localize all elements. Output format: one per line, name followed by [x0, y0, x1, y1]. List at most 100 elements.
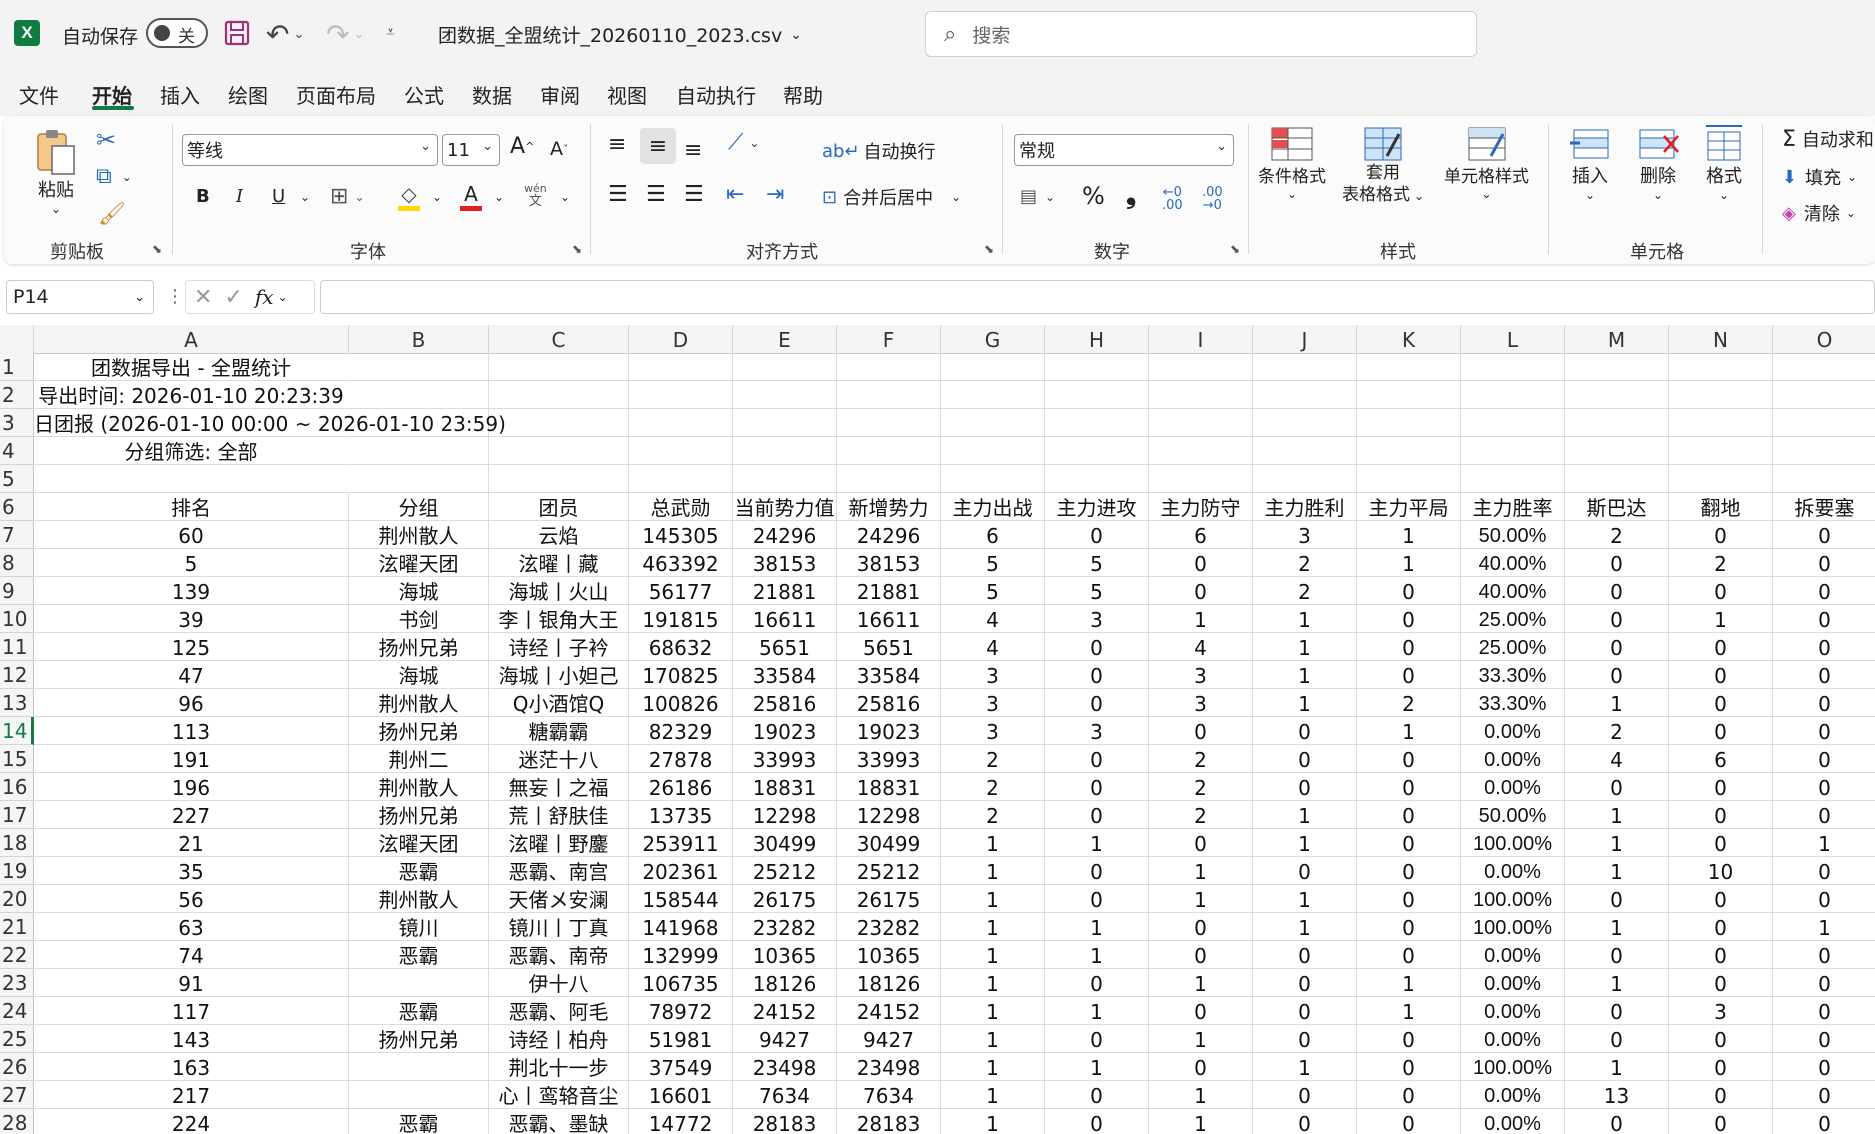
cell-l15[interactable]: 0.00%: [1461, 745, 1565, 773]
align-middle-icon[interactable]: ≡: [640, 128, 676, 164]
cell-j20[interactable]: 1: [1253, 885, 1357, 913]
cell-k9[interactable]: 0: [1357, 577, 1461, 605]
cell-c5[interactable]: [489, 465, 629, 493]
underline-button[interactable]: U: [272, 186, 285, 207]
cell-c12[interactable]: 海城丨小妲己: [489, 661, 629, 689]
cell-o16[interactable]: 0: [1773, 773, 1875, 801]
font-name-select[interactable]: 等线 ⌄: [182, 134, 438, 166]
cell-a3[interactable]: 日团报 (2026-01-10 00:00 ~ 2026-01-10 23:59…: [34, 409, 506, 437]
cell-i3[interactable]: [1149, 409, 1253, 437]
save-icon[interactable]: [224, 20, 250, 46]
column-header-n[interactable]: N: [1669, 325, 1773, 353]
cell-d23[interactable]: 106735: [629, 969, 733, 997]
cell-j3[interactable]: [1253, 409, 1357, 437]
cell-n3[interactable]: [1669, 409, 1773, 437]
cell-j15[interactable]: 0: [1253, 745, 1357, 773]
cell-c24[interactable]: 恶霸、阿毛: [489, 997, 629, 1025]
cell-a24[interactable]: 117: [34, 997, 349, 1025]
row-header-18[interactable]: 18: [0, 829, 34, 857]
cell-b15[interactable]: 荆州二: [349, 745, 489, 773]
cell-m23[interactable]: 1: [1565, 969, 1669, 997]
tab-file[interactable]: 文件: [19, 80, 59, 109]
cell-n24[interactable]: 3: [1669, 997, 1773, 1025]
underline-dropdown-icon[interactable]: ⌄: [300, 190, 310, 204]
cell-n18[interactable]: 0: [1669, 829, 1773, 857]
cell-g8[interactable]: 5: [941, 549, 1045, 577]
cell-i7[interactable]: 6: [1149, 521, 1253, 549]
cell-i17[interactable]: 2: [1149, 801, 1253, 829]
cell-a1[interactable]: 团数据导出 - 全盟统计: [34, 353, 349, 381]
cell-a21[interactable]: 63: [34, 913, 349, 941]
cell-c28[interactable]: 恶霸、墨缺: [489, 1109, 629, 1134]
cell-c7[interactable]: 云焰: [489, 521, 629, 549]
cell-i24[interactable]: 0: [1149, 997, 1253, 1025]
cell-h10[interactable]: 3: [1045, 605, 1149, 633]
autosum-button[interactable]: Σ 自动求和: [1782, 126, 1874, 152]
cell-f28[interactable]: 28183: [837, 1109, 941, 1134]
cell-n7[interactable]: 0: [1669, 521, 1773, 549]
cell-d22[interactable]: 132999: [629, 941, 733, 969]
cell-k7[interactable]: 1: [1357, 521, 1461, 549]
cell-k21[interactable]: 0: [1357, 913, 1461, 941]
conditional-formatting-button[interactable]: 条件格式 ⌄: [1258, 126, 1326, 201]
cell-e1[interactable]: [733, 353, 837, 381]
cell-l7[interactable]: 50.00%: [1461, 521, 1565, 549]
cell-h18[interactable]: 1: [1045, 829, 1149, 857]
cell-b23[interactable]: [349, 969, 489, 997]
cell-j24[interactable]: 0: [1253, 997, 1357, 1025]
row-header-7[interactable]: 7: [0, 521, 34, 549]
cell-h23[interactable]: 0: [1045, 969, 1149, 997]
cell-o22[interactable]: 0: [1773, 941, 1875, 969]
row-header-10[interactable]: 10: [0, 605, 34, 633]
phonetic-guide-button[interactable]: wén 文: [524, 182, 547, 208]
tab-data[interactable]: 数据: [472, 80, 512, 109]
cell-b21[interactable]: 镜川: [349, 913, 489, 941]
cell-h7[interactable]: 0: [1045, 521, 1149, 549]
number-format-select[interactable]: 常规 ⌄: [1014, 134, 1234, 166]
cell-l26[interactable]: 100.00%: [1461, 1053, 1565, 1081]
cell-a27[interactable]: 217: [34, 1081, 349, 1109]
cell-c26[interactable]: 荆北十一步: [489, 1053, 629, 1081]
cell-k14[interactable]: 1: [1357, 717, 1461, 745]
cell-o17[interactable]: 0: [1773, 801, 1875, 829]
column-header-o[interactable]: O: [1773, 325, 1875, 353]
cell-f8[interactable]: 38153: [837, 549, 941, 577]
row-header-11[interactable]: 11: [0, 633, 34, 661]
increase-indent-icon[interactable]: ⇥: [766, 182, 784, 207]
insert-function-button[interactable]: fx: [255, 285, 274, 309]
cell-d13[interactable]: 100826: [629, 689, 733, 717]
document-title[interactable]: 团数据_全盟统计_20260110_2023.csv ⌄: [438, 21, 802, 48]
row-header-5[interactable]: 5: [0, 465, 34, 493]
cell-m11[interactable]: 0: [1565, 633, 1669, 661]
cell-m20[interactable]: 0: [1565, 885, 1669, 913]
row-header-17[interactable]: 17: [0, 801, 34, 829]
cell-f2[interactable]: [837, 381, 941, 409]
cell-b24[interactable]: 恶霸: [349, 997, 489, 1025]
cell-n26[interactable]: 0: [1669, 1053, 1773, 1081]
cell-c20[interactable]: 天偖メ安澜: [489, 885, 629, 913]
cell-m19[interactable]: 1: [1565, 857, 1669, 885]
format-painter-icon[interactable]: 🖌: [98, 202, 126, 227]
cell-l23[interactable]: 0.00%: [1461, 969, 1565, 997]
cell-b11[interactable]: 扬州兄弟: [349, 633, 489, 661]
align-top-icon[interactable]: ≡: [608, 132, 626, 157]
cell-k27[interactable]: 0: [1357, 1081, 1461, 1109]
cell-d11[interactable]: 68632: [629, 633, 733, 661]
cell-a20[interactable]: 56: [34, 885, 349, 913]
cell-a14[interactable]: 113: [34, 717, 349, 745]
cell-d24[interactable]: 78972: [629, 997, 733, 1025]
clipboard-launcher-icon[interactable]: ⬊: [152, 242, 162, 256]
decrease-font-icon[interactable]: Aˇ: [550, 138, 569, 160]
cell-d9[interactable]: 56177: [629, 577, 733, 605]
cell-b13[interactable]: 荆州散人: [349, 689, 489, 717]
cell-h26[interactable]: 1: [1045, 1053, 1149, 1081]
header-cell-o[interactable]: 拆要塞: [1773, 493, 1875, 521]
row-header-16[interactable]: 16: [0, 773, 34, 801]
column-header-i[interactable]: I: [1149, 325, 1253, 353]
cell-h4[interactable]: [1045, 437, 1149, 465]
cell-e9[interactable]: 21881: [733, 577, 837, 605]
cell-n19[interactable]: 10: [1669, 857, 1773, 885]
cell-e12[interactable]: 33584: [733, 661, 837, 689]
cell-e4[interactable]: [733, 437, 837, 465]
cell-d7[interactable]: 145305: [629, 521, 733, 549]
